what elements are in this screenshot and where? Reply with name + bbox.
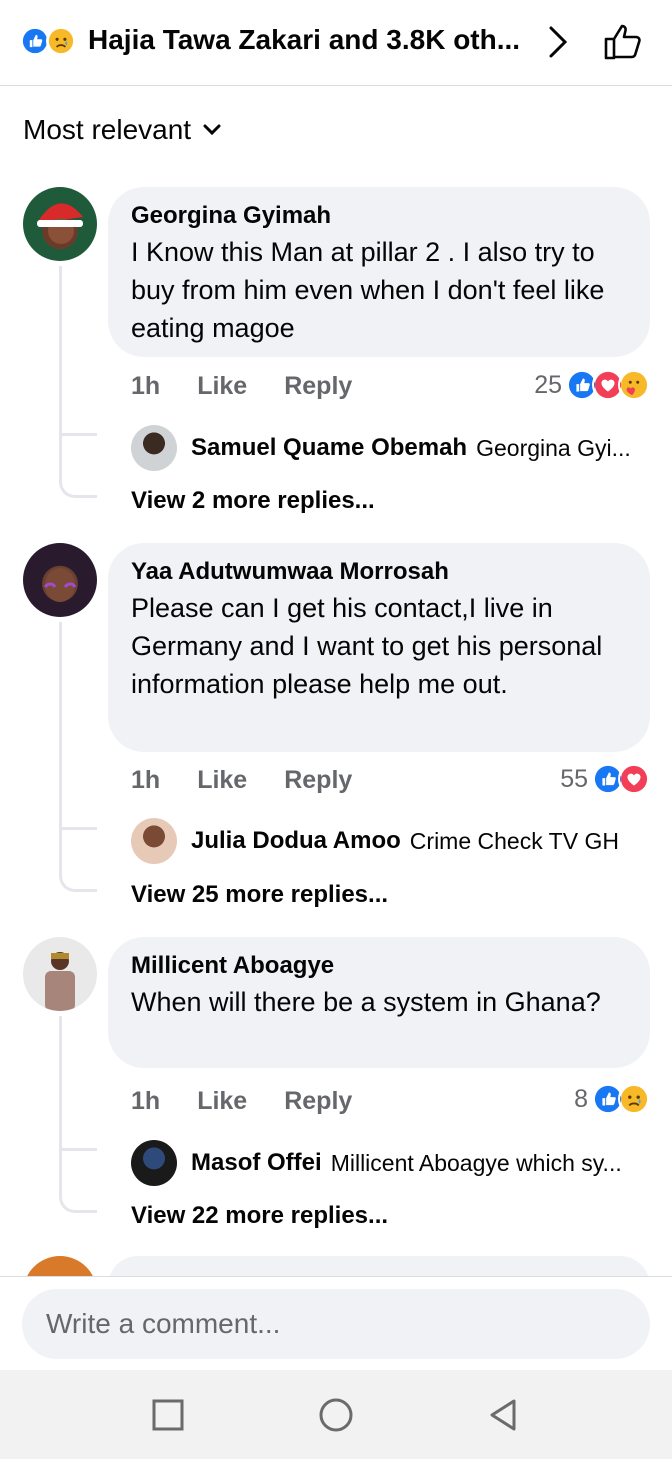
comment-bubble[interactable]: Millicent Aboagye When will there be a s… bbox=[108, 937, 650, 1068]
comment-actions: 1h Like Reply bbox=[131, 372, 352, 401]
reaction-count-number: 55 bbox=[560, 764, 588, 793]
comment-time: 1h bbox=[131, 766, 161, 794]
avatar[interactable] bbox=[23, 937, 97, 1011]
reply-text: Millicent Aboagye which sy... bbox=[330, 1149, 622, 1176]
header-reactions bbox=[20, 26, 86, 56]
reaction-count-number: 8 bbox=[574, 1084, 588, 1113]
composer-bar: Write a comment... bbox=[0, 1276, 672, 1370]
avatar[interactable] bbox=[23, 543, 97, 617]
reply-avatar[interactable] bbox=[131, 818, 177, 864]
like-outline-icon[interactable] bbox=[600, 20, 644, 64]
reply-text: Georgina Gyi... bbox=[476, 434, 631, 461]
reply-preview[interactable]: Samuel Quame Obemah Georgina Gyi... bbox=[131, 425, 631, 471]
comment-time: 1h bbox=[131, 1087, 161, 1115]
chevron-down-icon bbox=[203, 124, 221, 136]
recent-apps-icon[interactable] bbox=[150, 1397, 186, 1433]
thread-branch bbox=[59, 827, 97, 830]
comment-author[interactable]: Millicent Aboagye bbox=[131, 951, 628, 981]
view-more-replies-link[interactable]: View 22 more replies... bbox=[131, 1202, 388, 1230]
view-more-replies-link[interactable]: View 2 more replies... bbox=[131, 487, 375, 515]
reply-button[interactable]: Reply bbox=[284, 766, 352, 795]
reply-author[interactable]: Masof Offei bbox=[191, 1149, 322, 1177]
love-icon bbox=[618, 763, 650, 795]
sad-icon bbox=[46, 26, 76, 56]
reply-avatar[interactable] bbox=[131, 425, 177, 471]
like-button[interactable]: Like bbox=[197, 372, 247, 401]
comment-actions: 1h Like Reply bbox=[131, 766, 352, 795]
like-button[interactable]: Like bbox=[197, 766, 247, 795]
comment-time: 1h bbox=[131, 372, 161, 400]
comment-text: Please can I get his contact,I live in G… bbox=[131, 593, 603, 699]
thread-line bbox=[59, 622, 97, 892]
avatar[interactable] bbox=[23, 187, 97, 261]
reaction-count[interactable]: 55 bbox=[560, 763, 650, 795]
reactions-summary[interactable]: Hajia Tawa Zakari and 3.8K oth... bbox=[88, 24, 528, 56]
comment-bubble[interactable]: Georgina Gyimah I Know this Man at pilla… bbox=[108, 187, 650, 357]
comment-author[interactable]: Yaa Adutwumwaa Morrosah bbox=[131, 557, 628, 587]
view-more-replies-link[interactable]: View 25 more replies... bbox=[131, 881, 388, 909]
reply-author[interactable]: Samuel Quame Obemah bbox=[191, 434, 467, 462]
reactions-header[interactable]: Hajia Tawa Zakari and 3.8K oth... bbox=[0, 0, 672, 86]
reaction-count[interactable]: 25 bbox=[534, 369, 650, 401]
reply-button[interactable]: Reply bbox=[284, 1087, 352, 1116]
thread-branch bbox=[59, 433, 97, 436]
comment-text: I Know this Man at pillar 2 . I also try… bbox=[131, 237, 605, 343]
comment-bubble[interactable]: Yaa Adutwumwaa Morrosah Please can I get… bbox=[108, 543, 650, 752]
reaction-count[interactable]: 8 bbox=[574, 1083, 650, 1115]
comment-author[interactable]: Georgina Gyimah bbox=[131, 201, 628, 231]
sad-icon bbox=[618, 1083, 650, 1115]
reply-preview[interactable]: Julia Dodua Amoo Crime Check TV GH bbox=[131, 818, 619, 864]
system-nav-bar bbox=[0, 1370, 672, 1459]
thread-line bbox=[59, 266, 97, 498]
reply-author[interactable]: Julia Dodua Amoo bbox=[191, 827, 401, 855]
reply-button[interactable]: Reply bbox=[284, 372, 352, 401]
sort-label: Most relevant bbox=[23, 114, 192, 145]
comment-input[interactable]: Write a comment... bbox=[22, 1289, 650, 1359]
reaction-count-number: 25 bbox=[534, 370, 562, 399]
back-icon[interactable] bbox=[486, 1397, 522, 1433]
home-icon[interactable] bbox=[318, 1397, 354, 1433]
thread-line bbox=[59, 1016, 97, 1213]
like-button[interactable]: Like bbox=[197, 1087, 247, 1116]
care-icon bbox=[618, 369, 650, 401]
comment-actions: 1h Like Reply bbox=[131, 1087, 352, 1116]
comment-text: When will there be a system in Ghana? bbox=[131, 987, 601, 1017]
reply-avatar[interactable] bbox=[131, 1140, 177, 1186]
thread-branch bbox=[59, 1148, 97, 1151]
chevron-right-icon[interactable] bbox=[542, 22, 574, 62]
reply-preview[interactable]: Masof Offei Millicent Aboagye which sy..… bbox=[131, 1140, 622, 1186]
reply-text: Crime Check TV GH bbox=[409, 827, 619, 854]
sort-dropdown[interactable]: Most relevant bbox=[23, 114, 221, 146]
